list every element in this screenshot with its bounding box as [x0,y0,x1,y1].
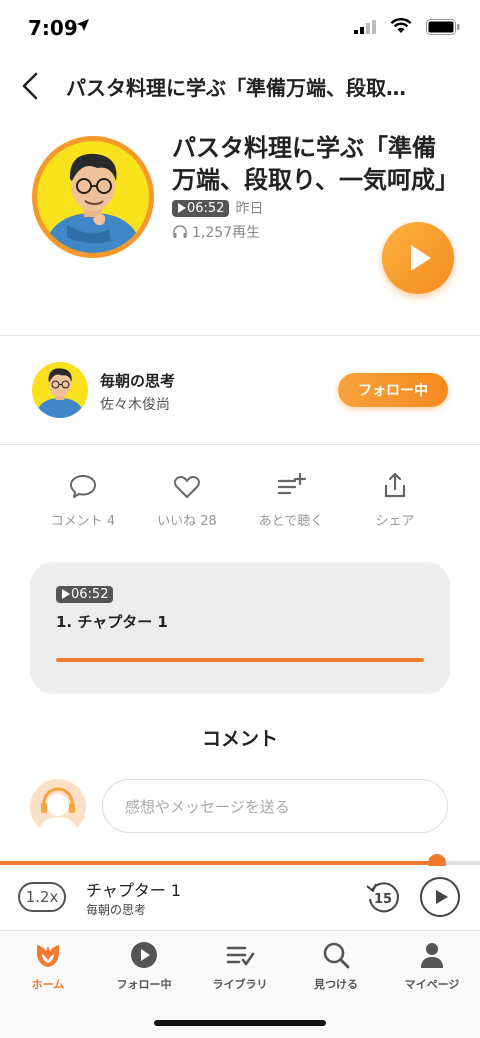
home-icon [37,945,59,967]
tab-following-label: フォロー中 [116,978,172,991]
chapter-duration-text: 06:52 [71,586,109,602]
chapter-duration-badge: 06:52 [56,584,114,603]
tab-discover[interactable]: 見つける [288,940,384,992]
podcast-artwork [32,136,154,258]
comments-heading: コメント [201,728,278,750]
channel-author: 佐々木俊尚 [100,397,170,413]
tab-library-label: ライブラリ [212,978,268,991]
episode-meta: 06:52 昨日 [172,198,263,218]
tab-following[interactable]: フォロー中 [96,940,192,992]
user-avatar [30,779,86,835]
play-count-text: 1,257再生 [192,225,261,241]
mini-player[interactable] [0,866,480,930]
mini-play-button[interactable] [420,877,460,917]
tab-mypage-label: マイページ [404,978,460,991]
add-queue-icon [277,472,306,495]
play-triangle-icon [178,203,186,213]
divider [0,335,480,336]
rewind-seconds-label: 15 [374,892,392,907]
duration-badge: 06:52 [172,199,230,217]
channel-avatar[interactable] [32,362,88,418]
share-action-button[interactable]: シェア [345,470,445,529]
library-icon [226,946,255,966]
now-playing-title: チャプター 1 [86,881,182,900]
wifi-icon [390,18,412,33]
cellular-signal-icon [354,20,376,34]
search-icon [323,942,350,969]
now-playing-channel: 毎朝の思考 [86,903,147,917]
follow-button[interactable]: フォロー中 [338,373,448,407]
headphone-user-icon [38,787,78,835]
episode-date: 昨日 [235,201,264,217]
comment-action-button[interactable]: コメント 4 [33,470,133,529]
nav-title: パスタ料理に学ぶ「準備万端、段取… [66,76,406,100]
rewind-icon: 15 [366,882,399,913]
play-icon [436,890,448,904]
like-action-button[interactable]: いいね 28 [137,470,237,529]
player-progress-fill [0,861,437,865]
status-time: 7:09 [28,16,78,40]
listen-later-action-label: あとで聴く [258,514,324,529]
tab-home[interactable]: ホーム [0,940,96,992]
episode-title: パスタ料理に学ぶ「準備万端、段取り、一気呵成」 [172,134,460,194]
share-icon [384,472,406,498]
chapter-title: 1. チャプター 1 [56,613,168,631]
share-action-label: シェア [375,514,415,529]
play-button[interactable] [382,222,454,294]
like-action-label: いいね 28 [157,514,217,529]
play-icon [411,245,431,271]
tab-home-label: ホーム [31,978,65,991]
chapter-progress-bar [56,658,424,662]
profile-icon [421,943,443,968]
headphones-icon [173,225,187,238]
home-indicator [154,1020,326,1026]
play-triangle-icon [62,589,70,599]
follow-icon [131,942,157,968]
tab-discover-label: 見つける [314,978,358,991]
tab-mypage[interactable]: マイページ [384,940,480,992]
duration-text: 06:52 [187,200,225,216]
rewind-15-button[interactable]: 15 [364,878,402,916]
listen-later-action-button[interactable]: あとで聴く [241,470,341,529]
location-icon [77,19,89,31]
divider [0,444,480,445]
battery-icon [426,19,460,35]
heart-icon [174,476,200,498]
comment-input[interactable]: 感想やメッセージを送る [102,779,448,833]
host-illustration [43,153,143,253]
playback-speed-button[interactable]: 1.2x [18,882,66,912]
comment-icon [70,475,96,498]
channel-name[interactable]: 毎朝の思考 [100,370,175,391]
host-illustration [35,368,85,418]
back-chevron-icon[interactable] [16,70,48,102]
play-count: 1,257再生 [172,222,260,242]
tab-library[interactable]: ライブラリ [192,940,288,992]
comment-action-label: コメント 4 [50,514,116,529]
status-bar: 7:09 [0,0,480,56]
